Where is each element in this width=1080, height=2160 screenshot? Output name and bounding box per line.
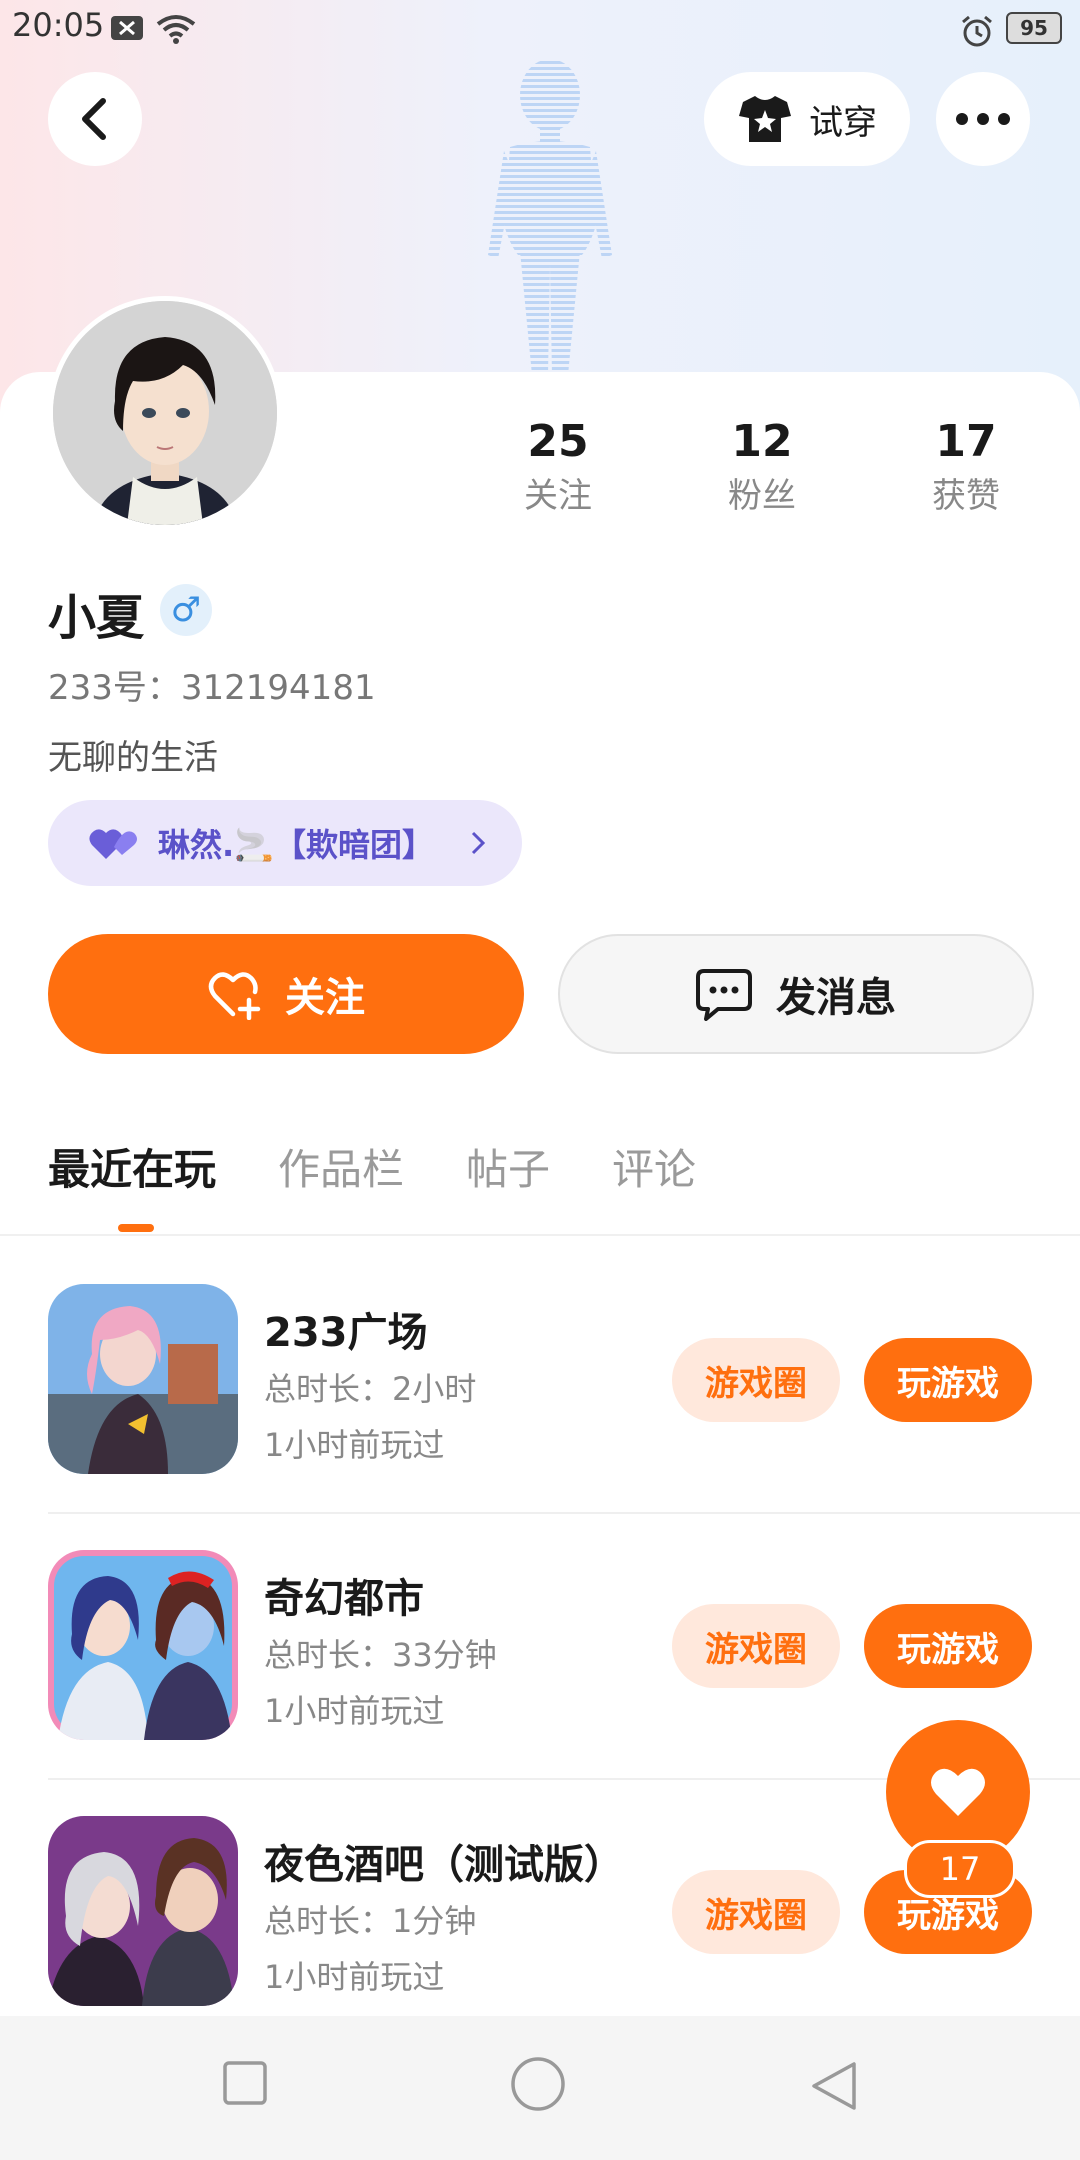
status-time: 20:05 bbox=[12, 6, 105, 44]
chevron-right-icon bbox=[471, 831, 486, 855]
game-last-played: 1小时前玩过 bbox=[264, 1692, 445, 1730]
system-navigation-bar bbox=[0, 2016, 1080, 2160]
back-arrow-icon bbox=[82, 98, 106, 140]
user-bio: 无聊的生活 bbox=[48, 738, 218, 778]
notification-icon bbox=[111, 16, 143, 40]
likes-count: 17 bbox=[935, 416, 997, 467]
game-icon-night-bar bbox=[48, 1816, 238, 2006]
game-duration: 总时长：33分钟 bbox=[264, 1636, 497, 1674]
tab-comments[interactable]: 评论 bbox=[612, 1140, 696, 1200]
wifi-icon bbox=[156, 15, 196, 44]
fans-count: 12 bbox=[731, 416, 793, 467]
game-last-played: 1小时前玩过 bbox=[264, 1958, 445, 1996]
try-on-label: 试穿 bbox=[809, 102, 877, 143]
list-item[interactable]: 夜色酒吧（测试版） 总时长：1分钟 1小时前玩过 游戏圈 玩游戏 bbox=[48, 1816, 1032, 2006]
back-triangle-icon[interactable] bbox=[808, 2060, 858, 2112]
active-tab-indicator bbox=[118, 1224, 154, 1232]
tab-posts[interactable]: 帖子 bbox=[466, 1140, 550, 1200]
like-count-badge: 17 bbox=[904, 1840, 1016, 1898]
more-options-button[interactable] bbox=[936, 72, 1030, 166]
heart-plus-icon bbox=[208, 972, 261, 1020]
heart-icon bbox=[931, 1768, 985, 1816]
game-duration: 总时长：2小时 bbox=[264, 1370, 477, 1408]
list-divider bbox=[48, 1512, 1080, 1514]
tab-works[interactable]: 作品栏 bbox=[278, 1140, 404, 1200]
follow-button[interactable]: 关注 bbox=[48, 934, 524, 1054]
game-icon-fantasy-city bbox=[48, 1550, 238, 1740]
game-title: 夜色酒吧（测试版） bbox=[264, 1842, 624, 1888]
game-title: 奇幻都市 bbox=[264, 1576, 424, 1622]
game-last-played: 1小时前玩过 bbox=[264, 1426, 445, 1464]
follow-label: 关注 bbox=[285, 975, 365, 1021]
user-id: 233号：312194181 bbox=[48, 668, 376, 708]
tabs-divider bbox=[0, 1234, 1080, 1236]
double-heart-icon bbox=[89, 829, 137, 859]
chat-bubble-icon bbox=[696, 969, 752, 1021]
game-circle-button[interactable]: 游戏圈 bbox=[672, 1870, 840, 1954]
play-game-button[interactable]: 玩游戏 bbox=[864, 1604, 1032, 1688]
following-stat[interactable]: 25 关注 bbox=[488, 412, 628, 520]
game-circle-button[interactable]: 游戏圈 bbox=[672, 1338, 840, 1422]
fans-label: 粉丝 bbox=[728, 476, 796, 516]
avatar-image bbox=[53, 301, 277, 525]
game-icon-233-square bbox=[48, 1284, 238, 1474]
likes-label: 获赞 bbox=[932, 476, 1000, 516]
play-game-button[interactable]: 玩游戏 bbox=[864, 1338, 1032, 1422]
following-label: 关注 bbox=[524, 476, 592, 516]
game-title: 233广场 bbox=[264, 1310, 428, 1356]
fans-stat[interactable]: 12 粉丝 bbox=[692, 412, 832, 520]
following-count: 25 bbox=[527, 416, 589, 467]
user-name: 小夏 bbox=[48, 590, 145, 646]
list-item[interactable]: 233广场 总时长：2小时 1小时前玩过 游戏圈 玩游戏 bbox=[48, 1284, 1032, 1474]
hologram-avatar-figure bbox=[488, 59, 612, 375]
family-group-text: 琳然.🚬【欺暗团】 bbox=[158, 826, 435, 864]
back-button[interactable] bbox=[48, 72, 142, 166]
battery-indicator: 95 bbox=[1006, 12, 1062, 44]
tshirt-icon bbox=[739, 96, 791, 142]
likes-stat[interactable]: 17 获赞 bbox=[896, 412, 1036, 520]
send-message-label: 发消息 bbox=[776, 975, 896, 1021]
avatar[interactable] bbox=[48, 296, 282, 530]
tab-recently-played[interactable]: 最近在玩 bbox=[48, 1140, 216, 1200]
try-on-button[interactable]: 试穿 bbox=[704, 72, 910, 166]
alarm-icon bbox=[962, 15, 992, 47]
send-message-button[interactable]: 发消息 bbox=[558, 934, 1034, 1054]
more-dots-icon bbox=[956, 113, 1010, 125]
profile-tabs: 最近在玩 作品栏 帖子 评论 bbox=[48, 1140, 696, 1200]
status-bar: 20:05 95 bbox=[0, 0, 1080, 56]
recent-apps-icon[interactable] bbox=[222, 2060, 268, 2106]
game-circle-button[interactable]: 游戏圈 bbox=[672, 1604, 840, 1688]
family-group-chip[interactable]: 琳然.🚬【欺暗团】 bbox=[48, 800, 522, 886]
male-gender-icon: ♂ bbox=[160, 584, 212, 636]
game-duration: 总时长：1分钟 bbox=[264, 1902, 477, 1940]
list-item[interactable]: 奇幻都市 总时长：33分钟 1小时前玩过 游戏圈 玩游戏 bbox=[48, 1550, 1032, 1740]
home-icon[interactable] bbox=[510, 2056, 566, 2112]
